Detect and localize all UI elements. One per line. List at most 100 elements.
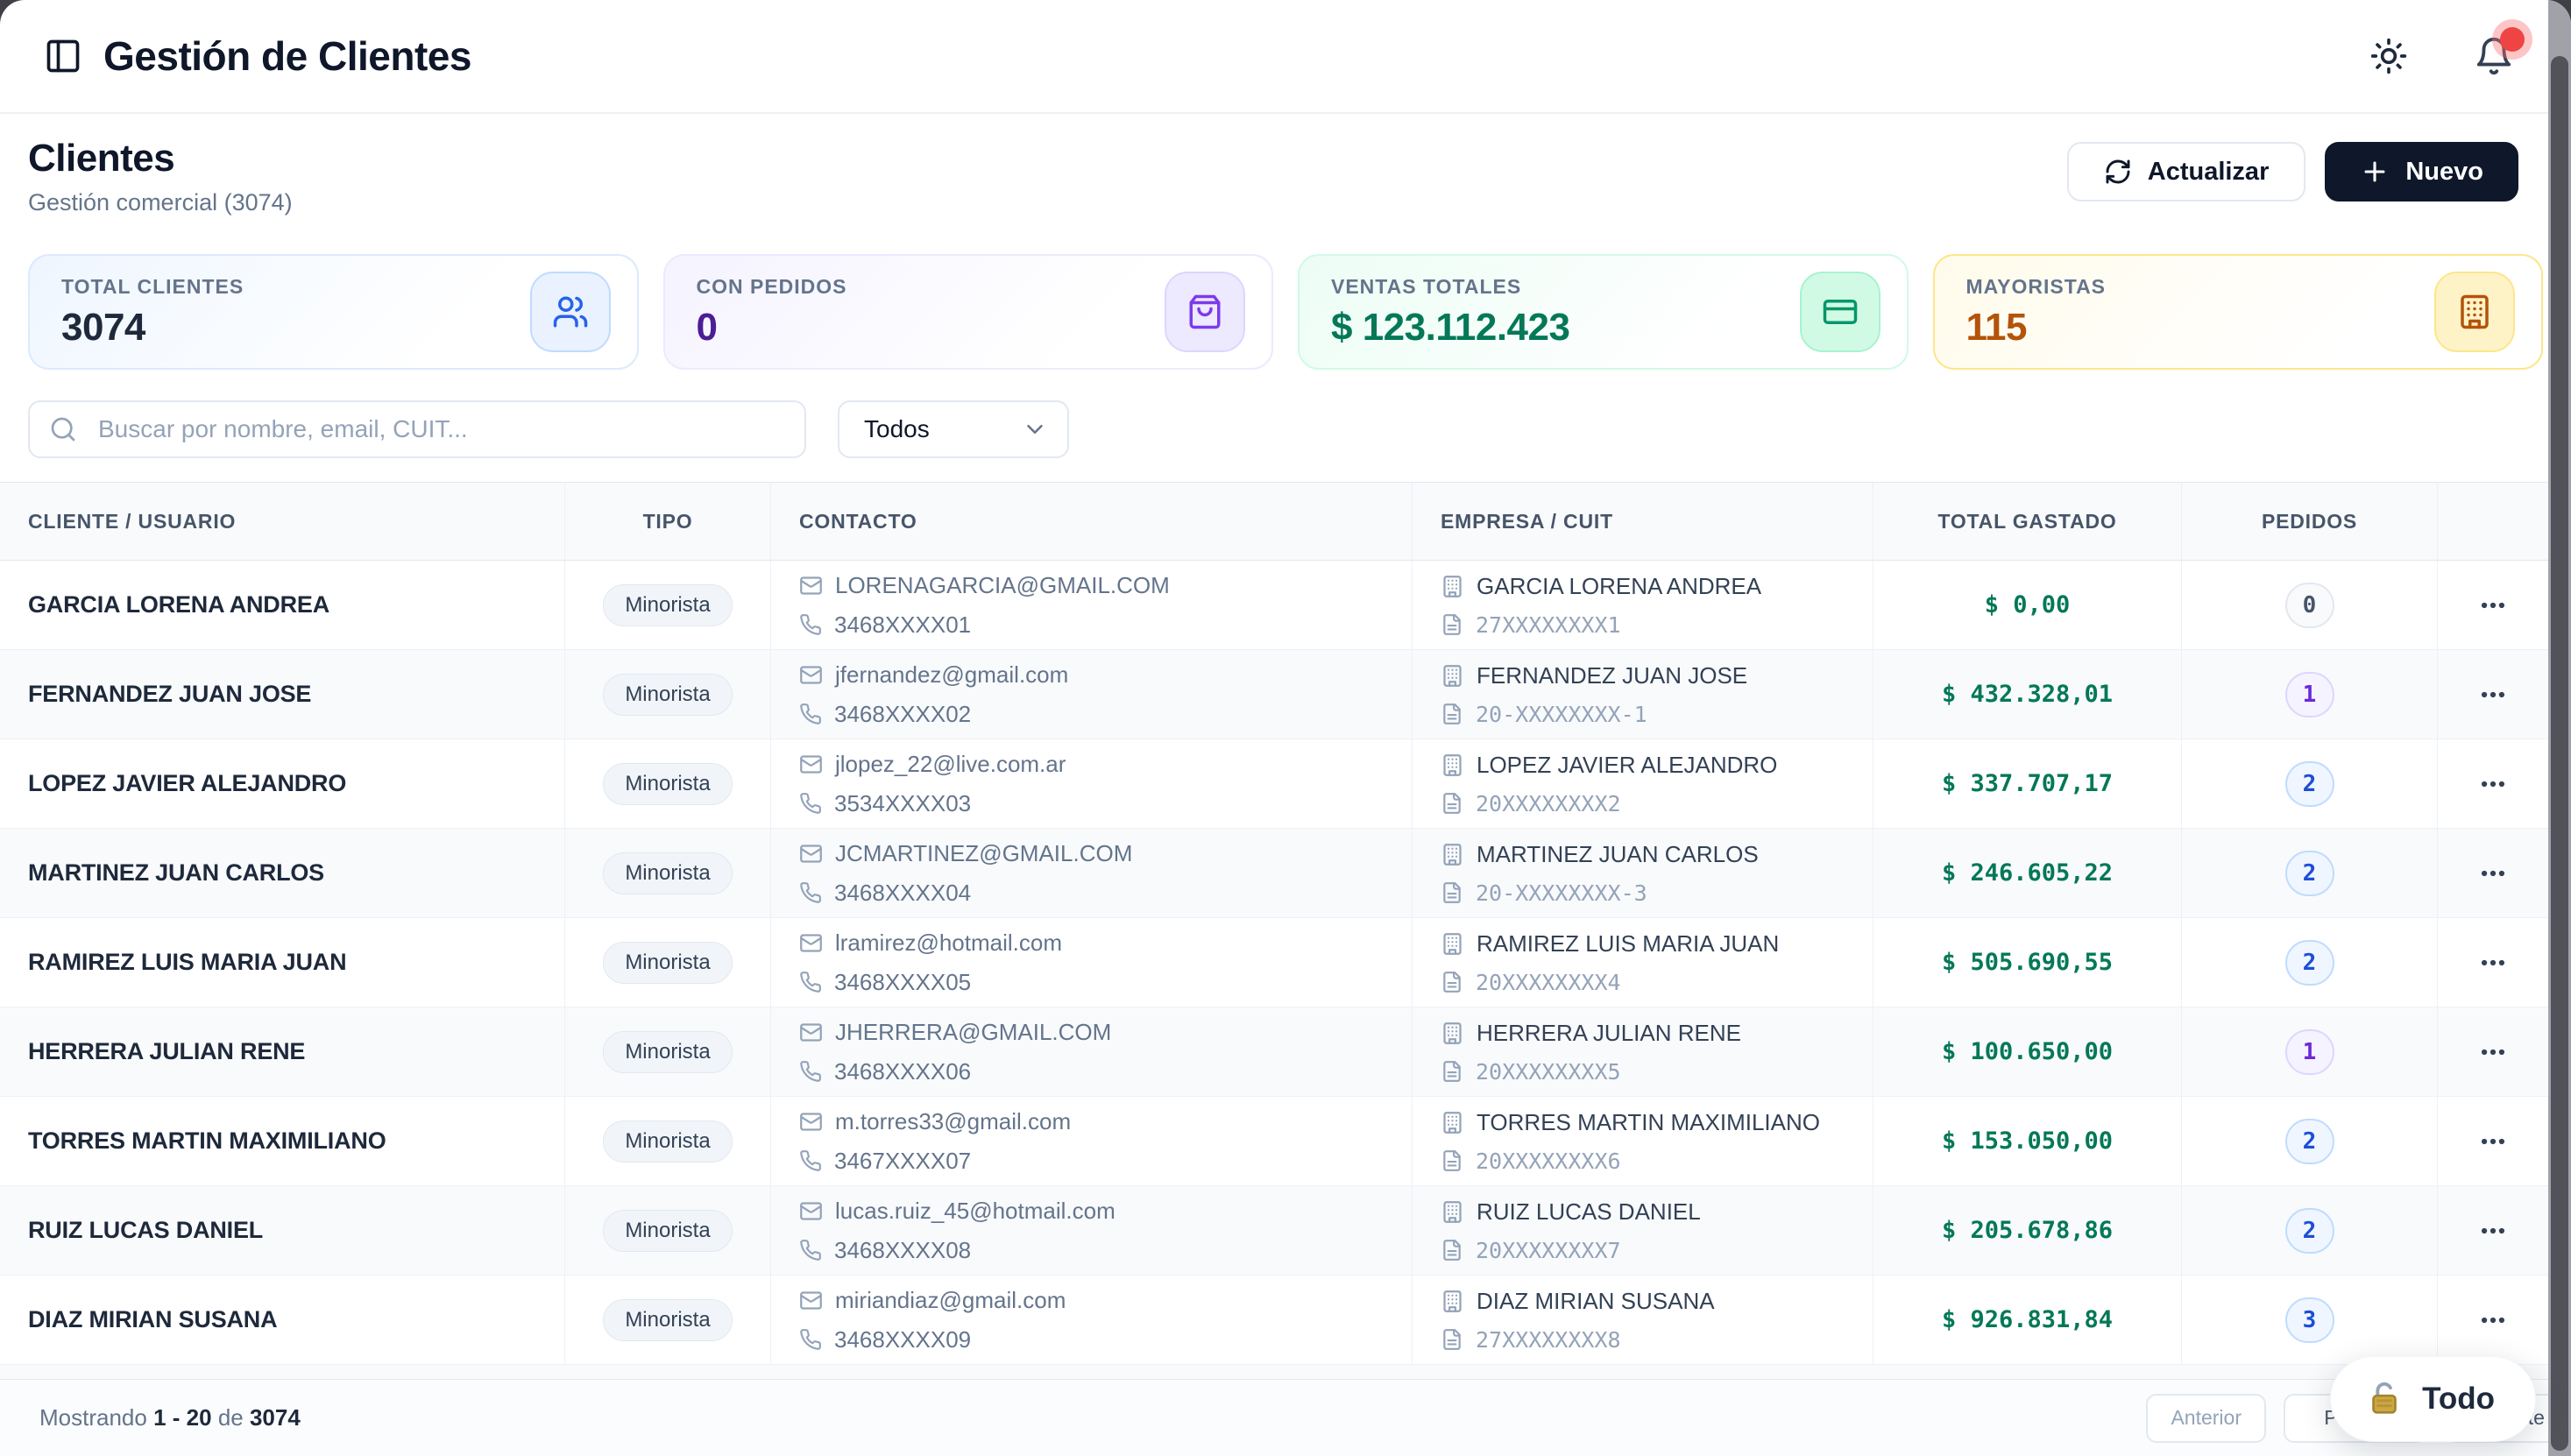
scrollbar-thumb[interactable]: [2551, 56, 2568, 1451]
refresh-button[interactable]: Actualizar: [2067, 142, 2306, 201]
client-name: FERNANDEZ JUAN JOSE: [28, 681, 311, 708]
type-filter-select[interactable]: Todos: [838, 400, 1069, 458]
row-actions-button[interactable]: [2478, 948, 2508, 978]
company-name: TORRES MARTIN MAXIMILIANO: [1477, 1109, 1820, 1136]
row-actions-button[interactable]: [2478, 1037, 2508, 1067]
client-type-badge: Minorista: [603, 1299, 732, 1341]
search-input[interactable]: [28, 400, 806, 458]
client-email: LORENAGARCIA@GMAIL.COM: [835, 572, 1170, 599]
client-cuit: 20XXXXXXXX6: [1476, 1149, 1621, 1174]
client-cuit: 27XXXXXXXX8: [1476, 1327, 1621, 1353]
total-spent: $ 337.707,17: [1942, 770, 2113, 797]
row-actions-button[interactable]: [2478, 1216, 2508, 1246]
column-header-contact: CONTACTO: [771, 483, 1413, 560]
client-phone: 3468XXXX06: [834, 1058, 971, 1085]
refresh-icon: [2104, 158, 2132, 186]
client-name: MARTINEZ JUAN CARLOS: [28, 859, 324, 887]
page-title: Clientes: [28, 137, 293, 180]
row-actions-button[interactable]: [2478, 1127, 2508, 1156]
notifications-button[interactable]: [2469, 32, 2518, 81]
orders-badge: 2: [2285, 1119, 2334, 1164]
company-name: DIAZ MIRIAN SUSANA: [1477, 1288, 1715, 1315]
column-header-client: CLIENTE / USUARIO: [0, 483, 565, 560]
table-header-row: CLIENTE / USUARIO TIPO CONTACTO EMPRESA …: [0, 482, 2548, 561]
todo-toggle-button[interactable]: Todo: [2330, 1356, 2536, 1442]
stat-card-ventas-totales: VENTAS TOTALES $ 123.112.423: [1298, 254, 1909, 370]
panel-left-icon: [44, 37, 82, 75]
phone-icon: [799, 1149, 822, 1172]
client-phone: 3468XXXX09: [834, 1326, 971, 1354]
total-spent: $ 153.050,00: [1942, 1127, 2113, 1155]
mail-icon: [799, 842, 823, 866]
mail-icon: [799, 1199, 823, 1223]
file-text-icon: [1441, 792, 1463, 815]
total-spent: $ 926.831,84: [1942, 1306, 2113, 1333]
client-cuit: 20-XXXXXXXX-1: [1476, 702, 1647, 727]
client-cuit: 20XXXXXXXX7: [1476, 1238, 1621, 1263]
table-row: GARCIA LORENA ANDREA Minorista LORENAGAR…: [0, 561, 2548, 650]
new-client-button[interactable]: Nuevo: [2325, 142, 2518, 201]
client-name: LOPEZ JAVIER ALEJANDRO: [28, 770, 346, 797]
mail-icon: [799, 574, 823, 597]
mail-icon: [799, 931, 823, 955]
theme-toggle-button[interactable]: [2364, 32, 2413, 81]
building-icon: [1441, 843, 1464, 866]
mail-icon: [799, 663, 823, 687]
type-filter-value: Todos: [864, 415, 930, 443]
file-text-icon: [1441, 971, 1463, 993]
stat-label: MAYORISTAS: [1966, 275, 2107, 299]
orders-badge: 3: [2285, 1297, 2334, 1343]
filters-row: Todos: [28, 400, 2543, 458]
column-header-company: EMPRESA / CUIT: [1413, 483, 1873, 560]
building-icon: [1441, 1290, 1464, 1313]
pagination-footer: Mostrando 1 - 20 de 3074 Anterior Página…: [0, 1379, 2571, 1456]
company-name: HERRERA JULIAN RENE: [1477, 1020, 1741, 1047]
row-actions-button[interactable]: [2478, 1305, 2508, 1335]
client-phone: 3467XXXX07: [834, 1148, 971, 1175]
client-cuit: 20-XXXXXXXX-3: [1476, 880, 1647, 906]
company-name: MARTINEZ JUAN CARLOS: [1477, 841, 1759, 868]
company-name: LOPEZ JAVIER ALEJANDRO: [1477, 752, 1777, 779]
phone-icon: [799, 1239, 822, 1262]
sidebar-toggle-button[interactable]: [42, 35, 84, 77]
client-type-badge: Minorista: [603, 1031, 732, 1073]
previous-page-button[interactable]: Anterior: [2146, 1394, 2266, 1443]
client-name: DIAZ MIRIAN SUSANA: [28, 1306, 277, 1333]
file-text-icon: [1441, 881, 1463, 904]
stat-card-total-clientes: TOTAL CLIENTES 3074: [28, 254, 639, 370]
phone-icon: [799, 613, 822, 636]
stat-value: 3074: [61, 306, 244, 350]
client-cuit: 20XXXXXXXX5: [1476, 1059, 1621, 1085]
row-actions-button[interactable]: [2478, 680, 2508, 710]
mail-icon: [799, 1289, 823, 1312]
vertical-scrollbar[interactable]: [2548, 0, 2571, 1456]
total-spent: $ 205.678,86: [1942, 1217, 2113, 1244]
table-row: LOPEZ JAVIER ALEJANDRO Minorista jlopez_…: [0, 739, 2548, 829]
orders-badge: 1: [2285, 672, 2334, 717]
client-email: lramirez@hotmail.com: [835, 929, 1062, 957]
shopping-bag-icon: [1165, 272, 1245, 352]
row-actions-button[interactable]: [2478, 769, 2508, 799]
file-text-icon: [1441, 1239, 1463, 1262]
row-actions-button[interactable]: [2478, 859, 2508, 888]
stats-row: TOTAL CLIENTES 3074 CON PEDIDOS 0 VENTAS…: [28, 254, 2543, 370]
stat-card-con-pedidos: CON PEDIDOS 0: [663, 254, 1274, 370]
showing-summary: Mostrando 1 - 20 de 3074: [39, 1404, 301, 1431]
orders-badge: 0: [2285, 583, 2334, 628]
client-cuit: 27XXXXXXXX1: [1476, 612, 1621, 638]
column-header-type: TIPO: [565, 483, 771, 560]
row-actions-button[interactable]: [2478, 590, 2508, 620]
client-phone: 3468XXXX01: [834, 611, 971, 639]
total-spent: $ 505.690,55: [1942, 949, 2113, 976]
clients-table: CLIENTE / USUARIO TIPO CONTACTO EMPRESA …: [0, 482, 2548, 1381]
client-type-badge: Minorista: [603, 1120, 732, 1163]
file-text-icon: [1441, 1328, 1463, 1351]
client-type-badge: Minorista: [603, 942, 732, 984]
refresh-button-label: Actualizar: [2148, 158, 2270, 187]
client-type-badge: Minorista: [603, 1210, 732, 1252]
phone-icon: [799, 703, 822, 725]
stat-label: VENTAS TOTALES: [1331, 275, 1569, 299]
sun-icon: [2369, 37, 2408, 75]
client-type-badge: Minorista: [603, 763, 732, 805]
mail-icon: [799, 1110, 823, 1134]
